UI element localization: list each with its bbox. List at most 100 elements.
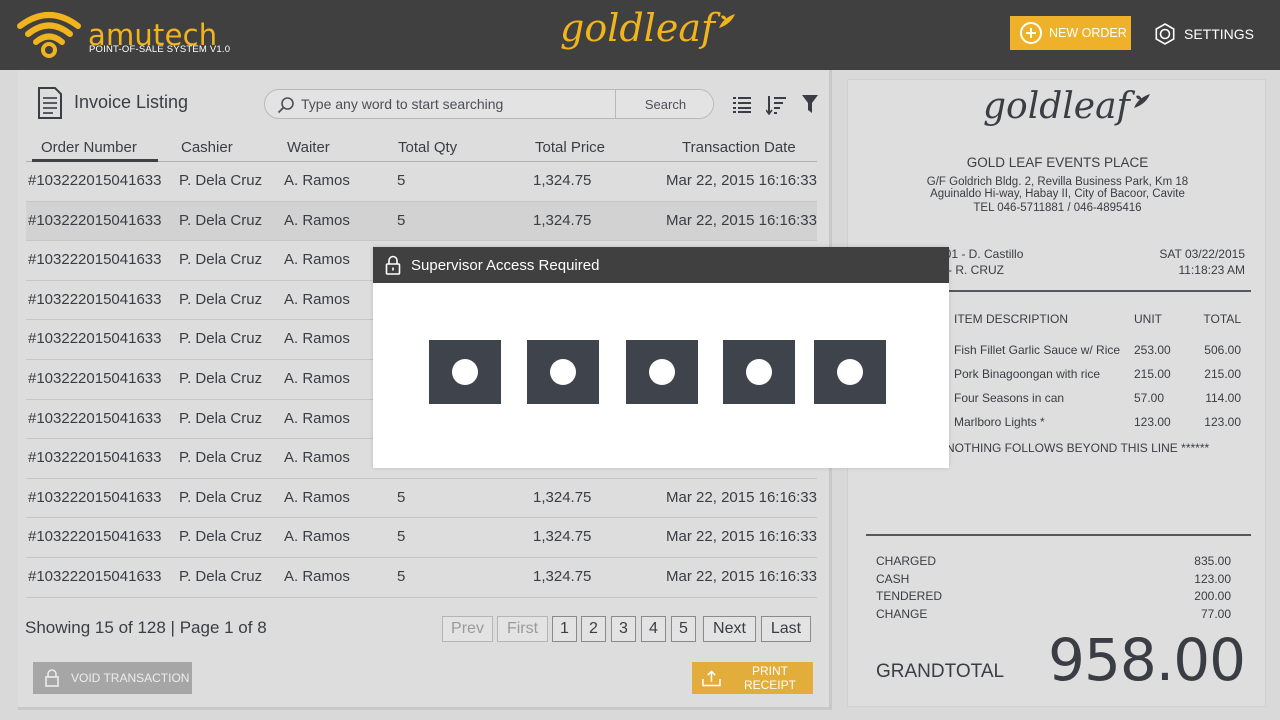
amutech-logo: amutech POINT-OF-SALE SYSTEM V1.0 xyxy=(16,10,256,62)
wifi-logo-icon xyxy=(17,12,81,58)
cell-order-number: #103222015041633 xyxy=(28,172,162,189)
page-4-button[interactable]: 4 xyxy=(641,616,666,642)
pagination-summary: Showing 15 of 128 | Page 1 of 8 xyxy=(25,618,267,637)
cell-total-qty: 5 xyxy=(397,211,406,229)
cell-cashier: P. Dela Cruz xyxy=(179,369,263,387)
pin-digit-5[interactable] xyxy=(814,340,886,404)
pin-digit-1[interactable] xyxy=(429,340,501,404)
col-cashier[interactable]: Cashier xyxy=(181,139,233,156)
cell-total-qty: 5 xyxy=(397,488,406,506)
list-view-icon[interactable] xyxy=(733,95,751,113)
table-row[interactable]: #103222015041633 P. Dela Cruz A. Ramos 5 1,3… xyxy=(26,518,817,558)
cell-transaction-date: Mar 22, 2015 16:16:33 xyxy=(666,567,817,585)
col-total-qty[interactable]: Total Qty xyxy=(398,139,457,156)
search-button[interactable]: Search xyxy=(615,90,713,118)
receipt-divider xyxy=(938,290,1251,292)
pin-digit-4[interactable] xyxy=(723,340,795,404)
pin-digit-2[interactable] xyxy=(527,340,599,404)
new-order-button[interactable]: NEW ORDER xyxy=(1010,16,1131,50)
table-row[interactable]: #103222015041633 P. Dela Cruz A. Ramos 5 1,3… xyxy=(26,479,817,519)
summary-divider xyxy=(866,534,1251,536)
cell-waiter: A. Ramos xyxy=(284,449,350,467)
summary-label: CASH xyxy=(876,571,910,586)
lock-icon xyxy=(45,669,59,687)
cell-order-number: #103222015041633 xyxy=(28,528,162,546)
pin-digit-3[interactable] xyxy=(626,340,698,404)
item-unit-price: 253.00 xyxy=(1134,343,1171,357)
settings-button[interactable]: SETTINGS xyxy=(1154,22,1254,46)
cell-order-number: #103222015041633 xyxy=(28,251,162,269)
grand-total-value: 958.00 xyxy=(1048,626,1246,694)
receipt-logo-text: goldleaf xyxy=(983,86,1130,127)
print-receipt-label: PRINT RECEIPT xyxy=(743,664,796,692)
item-unit-price: 123.00 xyxy=(1134,415,1171,429)
upload-icon xyxy=(702,670,721,687)
cell-cashier: P. Dela Cruz xyxy=(179,290,263,308)
cell-waiter: A. Ramos xyxy=(284,251,350,269)
summary-value: 200.00 xyxy=(1194,589,1231,604)
search-input[interactable] xyxy=(301,90,613,118)
void-transaction-label: VOID TRANSACTION xyxy=(71,671,190,685)
gear-icon xyxy=(1155,23,1175,45)
search-bar: Search xyxy=(264,89,714,119)
search-icon xyxy=(277,97,294,114)
dialog-title: Supervisor Access Required xyxy=(411,256,600,274)
item-description: Four Seasons in can xyxy=(954,391,1065,405)
settings-label: SETTINGS xyxy=(1184,26,1255,42)
cell-cashier: P. Dela Cruz xyxy=(179,449,263,467)
filter-icon[interactable] xyxy=(802,95,818,113)
cell-order-number: #103222015041633 xyxy=(28,409,162,427)
table-row[interactable]: #103222015041633 P. Dela Cruz A. Ramos 5 1,3… xyxy=(26,558,817,598)
receipt-staff-1: 001 - D. Castillo xyxy=(938,247,1024,261)
summary-label: TENDERED xyxy=(876,589,943,604)
goldleaf-logo: goldleaf xyxy=(560,6,736,50)
item-unit-price: 215.00 xyxy=(1134,367,1171,381)
col-order-number[interactable]: Order Number xyxy=(41,139,137,156)
col-item-description: ITEM DESCRIPTION xyxy=(954,312,1069,326)
sort-icon[interactable] xyxy=(766,95,786,115)
cell-total-qty: 5 xyxy=(397,528,406,546)
page-3-button[interactable]: 3 xyxy=(611,616,636,642)
cell-waiter: A. Ramos xyxy=(284,488,350,506)
cell-transaction-date: Mar 22, 2015 16:16:33 xyxy=(666,172,817,189)
first-page-button[interactable]: First xyxy=(497,616,548,642)
page-1-button[interactable]: 1 xyxy=(552,616,577,642)
business-name: GOLD LEAF EVENTS PLACE xyxy=(966,155,1149,170)
col-transaction-date[interactable]: Transaction Date xyxy=(682,139,796,156)
plus-circle-icon xyxy=(1020,22,1042,44)
page-2-button[interactable]: 2 xyxy=(581,616,606,642)
prev-page-button[interactable]: Prev xyxy=(442,616,493,642)
item-total: 215.00 xyxy=(1204,367,1241,381)
telephone: TEL 046-5711881 / 046-4895416 xyxy=(973,202,1142,214)
last-page-button[interactable]: Last xyxy=(761,616,811,642)
goldleaf-logo-text: goldleaf xyxy=(560,6,716,50)
brand-subtitle: POINT-OF-SALE SYSTEM V1.0 xyxy=(89,44,231,55)
summary-value: 835.00 xyxy=(1194,554,1231,568)
cell-total-price: 1,324.75 xyxy=(533,567,592,585)
table-row[interactable]: #103222015041633 P. Dela Cruz A. Ramos 5 1,3… xyxy=(26,162,817,202)
print-receipt-button[interactable]: PRINT RECEIPT xyxy=(692,662,813,694)
item-total: 114.00 xyxy=(1205,391,1241,405)
cell-cashier: P. Dela Cruz xyxy=(179,172,263,189)
cell-cashier: P. Dela Cruz xyxy=(179,409,263,427)
cell-waiter: A. Ramos xyxy=(284,330,350,348)
cell-waiter: A. Ramos xyxy=(284,369,350,387)
cell-transaction-date: Mar 22, 2015 16:16:33 xyxy=(666,528,817,546)
col-waiter[interactable]: Waiter xyxy=(287,139,330,156)
receipt-footer-note: NOTHING FOLLOWS BEYOND THIS LINE ****** xyxy=(946,441,1210,455)
cell-waiter: A. Ramos xyxy=(284,409,350,427)
cell-order-number: #103222015041633 xyxy=(28,488,162,506)
void-transaction-button[interactable]: VOID TRANSACTION xyxy=(33,662,192,694)
table-row[interactable]: #103222015041633 P. Dela Cruz A. Ramos 5 1,3… xyxy=(26,201,817,242)
invoice-listing-title: Invoice Listing xyxy=(74,92,189,112)
item-description: Marlboro Lights * xyxy=(954,415,1045,429)
summary-value: 123.00 xyxy=(1194,571,1231,586)
cell-total-price: 1,324.75 xyxy=(533,211,592,229)
cell-cashier: P. Dela Cruz xyxy=(179,567,263,585)
cell-order-number: #103222015041633 xyxy=(28,567,162,585)
item-description: Fish Fillet Garlic Sauce w/ Rice xyxy=(954,343,1121,357)
page-5-button[interactable]: 5 xyxy=(671,616,696,642)
next-page-button[interactable]: Next xyxy=(703,616,756,642)
col-total-price[interactable]: Total Price xyxy=(535,139,605,156)
supervisor-access-dialog: Supervisor Access Required xyxy=(373,247,949,468)
